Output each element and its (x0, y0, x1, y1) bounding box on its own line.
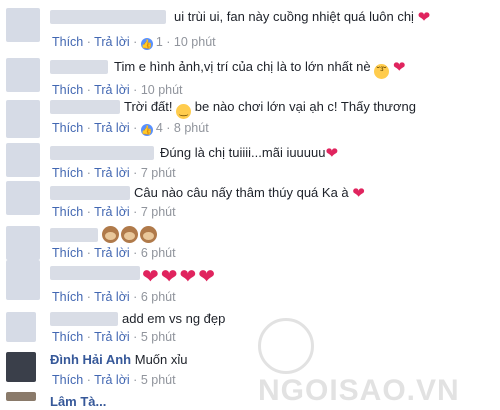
comment-text: Tim e hình ảnh,vị trí của chị là to lớn … (114, 59, 405, 79)
like-count[interactable]: 1 (156, 35, 163, 49)
timestamp[interactable]: 5 phút (141, 373, 176, 387)
watermark: NGOISAO.VN (258, 318, 498, 407)
reply-button[interactable]: Trả lời (94, 83, 130, 97)
like-button[interactable]: Thích (52, 35, 83, 49)
like-button[interactable]: Thích (52, 373, 83, 387)
avatar[interactable] (6, 181, 40, 215)
comment-meta: Thích · Trả lời · 7 phút (52, 205, 176, 219)
comment-meta: Thích · Trả lời · 10 phút (52, 83, 183, 97)
hearts-group: ❤❤❤❤ (142, 264, 217, 289)
smile-emoji-icon: ‿ (176, 104, 192, 119)
heart-icon: ❤ (392, 59, 406, 76)
avatar[interactable] (6, 8, 40, 42)
like-button[interactable]: Thích (52, 205, 83, 219)
comment-text-part-2: be nào chơi lớn vại ạh c! Thấy thương (194, 99, 416, 114)
comment-text: Trời đất! ‿ be nào chơi lớn vại ạh c! Th… (124, 99, 416, 119)
heart-icon: ❤ (160, 266, 180, 288)
comment-text-content: Muốn xỉu (134, 352, 188, 367)
reply-button[interactable]: Trả lời (94, 373, 130, 387)
monkey-emoji-group (102, 226, 159, 248)
timestamp[interactable]: 5 phút (141, 330, 176, 344)
avatar[interactable] (6, 58, 40, 92)
blurred-commenter-name (50, 312, 118, 326)
like-button[interactable]: Thích (52, 83, 83, 97)
timestamp[interactable]: 8 phút (174, 121, 209, 135)
like-button[interactable]: Thích (52, 246, 83, 260)
comment-text: Đình Hải Anh Muốn xỉu (50, 352, 188, 368)
comment-meta: Thích · Trả lời · 5 phút (52, 373, 176, 387)
monkey-emoji-icon (102, 226, 119, 243)
avatar[interactable] (6, 392, 36, 401)
timestamp[interactable]: 7 phút (141, 166, 176, 180)
watermark-text: NGOISAO.VN (258, 374, 460, 407)
comment-meta: Thích · Trả lời · 6 phút (52, 290, 176, 304)
timestamp[interactable]: 7 phút (141, 205, 176, 219)
avatar[interactable] (6, 143, 40, 177)
watermark-logo-icon (258, 318, 314, 374)
comment-text-content: Tim e hình ảnh,vị trí của chị là to lớn … (114, 59, 371, 74)
comment-meta: Thích · Trả lời · 5 phút (52, 330, 176, 344)
comment-meta: Thích · Trả lời · 7 phút (52, 166, 176, 180)
timestamp[interactable]: 6 phút (141, 290, 176, 304)
comment-text-content: ui trùi ui, fan này cuồng nhiệt quá luôn… (174, 9, 414, 24)
like-thumb-icon[interactable]: 👍 (140, 124, 153, 136)
heart-icon: ❤ (179, 266, 199, 288)
commenter-name[interactable]: Đình Hải Anh (50, 352, 131, 367)
comment-text: add em vs ng đẹp (122, 311, 225, 327)
comment-text-content: Đúng là chị tuiiii...mãi iuuuuu (160, 145, 326, 160)
timestamp[interactable]: 6 phút (141, 246, 176, 260)
blurred-commenter-name (50, 60, 108, 74)
timestamp[interactable]: 10 phút (141, 83, 183, 97)
blurred-commenter-name (50, 186, 130, 200)
like-button[interactable]: Thích (52, 330, 83, 344)
comment-meta: Thích · Trả lời · 👍 1 · 10 phút (52, 35, 216, 50)
blurred-commenter-name (50, 10, 166, 24)
avatar[interactable] (6, 352, 36, 382)
comment-text-content: add em vs ng đẹp (122, 311, 226, 326)
reply-button[interactable]: Trả lời (94, 166, 130, 180)
like-button[interactable]: Thích (52, 121, 83, 135)
heart-icon: ❤ (352, 185, 365, 202)
comment-text: Đúng là chị tuiiii...mãi iuuuuu❤ (160, 145, 338, 162)
reply-button[interactable]: Trả lời (94, 35, 130, 49)
comment-meta: Thích · Trả lời · 6 phút (52, 246, 176, 260)
heart-icon: ❤ (198, 266, 218, 288)
comment-text: Câu nào câu nấy thâm thúy quá Ka à ❤ (134, 185, 365, 202)
avatar[interactable] (6, 226, 40, 260)
partial-commenter-name[interactable]: Lâm Tà... (50, 394, 106, 410)
like-count[interactable]: 4 (156, 121, 163, 135)
heart-icon: ❤ (142, 266, 161, 288)
monkey-emoji-icon (121, 226, 138, 243)
comment-text-content: Câu nào câu nấy thâm thúy quá Ka à (134, 185, 349, 200)
monkey-emoji-icon (140, 226, 157, 243)
reply-button[interactable]: Trả lời (94, 205, 130, 219)
reply-button[interactable]: Trả lời (94, 330, 130, 344)
blurred-commenter-name (50, 146, 154, 160)
timestamp[interactable]: 10 phút (174, 35, 216, 49)
avatar[interactable] (6, 260, 40, 300)
heart-icon: ❤ (325, 145, 339, 162)
heart-icon: ❤ (417, 9, 431, 26)
avatar[interactable] (6, 312, 36, 342)
like-thumb-icon[interactable]: 👍 (140, 38, 153, 50)
avatar[interactable] (6, 100, 40, 138)
reply-button[interactable]: Trả lời (94, 246, 130, 260)
blurred-commenter-name (50, 266, 140, 280)
comment-meta: Thích · Trả lời · 👍 4 · 8 phút (52, 121, 209, 136)
comment-text: ui trùi ui, fan này cuồng nhiệt quá luôn… (174, 9, 430, 26)
like-button[interactable]: Thích (52, 290, 83, 304)
blurred-commenter-name (50, 100, 120, 114)
reply-button[interactable]: Trả lời (94, 290, 130, 304)
like-button[interactable]: Thích (52, 166, 83, 180)
kiss-emoji-icon: ˘³˘ (374, 64, 390, 79)
blurred-commenter-name (50, 228, 98, 242)
reply-button[interactable]: Trả lời (94, 121, 130, 135)
comment-text-part-1: Trời đất! (124, 99, 173, 114)
